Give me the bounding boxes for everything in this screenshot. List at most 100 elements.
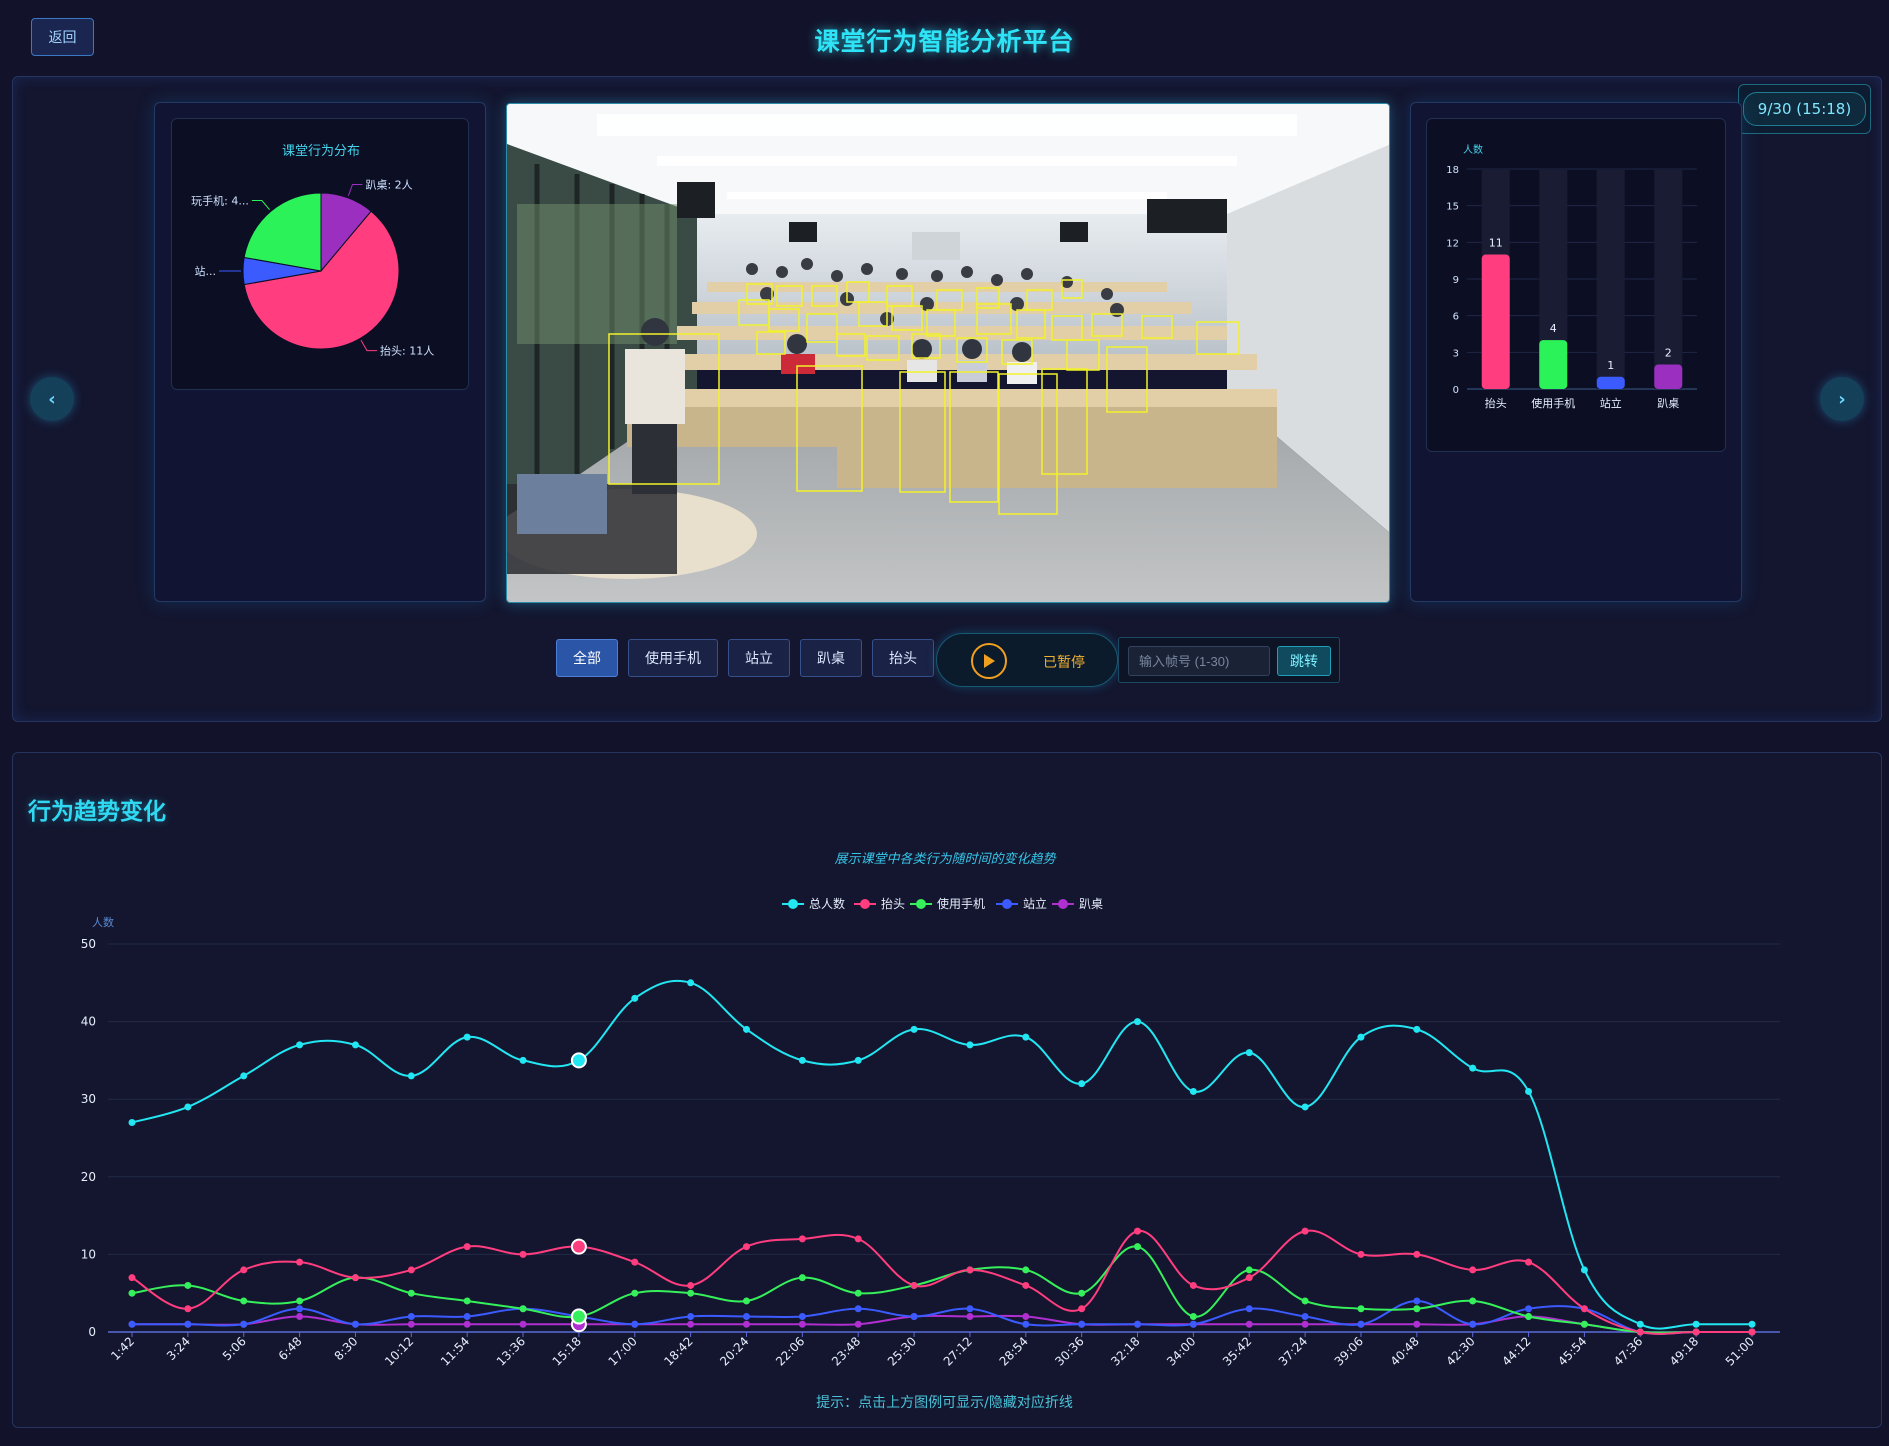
bar[interactable] bbox=[1654, 364, 1683, 389]
series-point[interactable] bbox=[1413, 1025, 1421, 1033]
series-point[interactable] bbox=[1580, 1305, 1588, 1313]
series-point[interactable] bbox=[798, 1312, 806, 1320]
play-button[interactable] bbox=[971, 643, 1007, 679]
series-point[interactable] bbox=[687, 979, 695, 987]
series-point[interactable] bbox=[1525, 1312, 1533, 1320]
series-point[interactable] bbox=[1469, 1297, 1477, 1305]
series-point[interactable] bbox=[519, 1056, 527, 1064]
series-point[interactable] bbox=[631, 1320, 639, 1328]
series-point[interactable] bbox=[1245, 1266, 1253, 1274]
series-point[interactable] bbox=[742, 1312, 750, 1320]
series-point[interactable] bbox=[1245, 1049, 1253, 1057]
series-point[interactable] bbox=[351, 1274, 359, 1282]
series-line[interactable] bbox=[132, 1314, 1752, 1334]
series-point[interactable] bbox=[1413, 1250, 1421, 1258]
series-point[interactable] bbox=[296, 1258, 304, 1266]
series-point[interactable] bbox=[1636, 1320, 1644, 1328]
series-point[interactable] bbox=[1525, 1258, 1533, 1266]
filter-button[interactable]: 全部 bbox=[556, 639, 618, 677]
bar[interactable] bbox=[1596, 376, 1625, 389]
series-point[interactable] bbox=[1469, 1064, 1477, 1072]
series-point[interactable] bbox=[1245, 1320, 1253, 1328]
series-point[interactable] bbox=[240, 1266, 248, 1274]
series-point[interactable] bbox=[240, 1297, 248, 1305]
series-point[interactable] bbox=[184, 1320, 192, 1328]
series-point[interactable] bbox=[296, 1312, 304, 1320]
series-point[interactable] bbox=[1022, 1312, 1030, 1320]
filter-button[interactable]: 趴桌 bbox=[800, 639, 862, 677]
series-point[interactable] bbox=[742, 1243, 750, 1251]
series-point[interactable] bbox=[296, 1041, 304, 1049]
filter-button[interactable]: 抬头 bbox=[872, 639, 934, 677]
series-point[interactable] bbox=[742, 1320, 750, 1328]
series-point[interactable] bbox=[1692, 1328, 1700, 1336]
series-point[interactable] bbox=[1357, 1305, 1365, 1313]
series-point[interactable] bbox=[407, 1072, 415, 1080]
series-point[interactable] bbox=[570, 1308, 587, 1325]
series-point[interactable] bbox=[128, 1274, 136, 1282]
series-point[interactable] bbox=[296, 1305, 304, 1313]
series-point[interactable] bbox=[184, 1305, 192, 1313]
series-point[interactable] bbox=[631, 1289, 639, 1297]
classroom-video-frame[interactable] bbox=[506, 103, 1390, 603]
bar[interactable] bbox=[1539, 340, 1568, 389]
series-point[interactable] bbox=[966, 1266, 974, 1274]
series-point[interactable] bbox=[1301, 1103, 1309, 1111]
filter-button[interactable]: 使用手机 bbox=[628, 639, 718, 677]
series-point[interactable] bbox=[1134, 1018, 1142, 1026]
series-point[interactable] bbox=[240, 1072, 248, 1080]
series-point[interactable] bbox=[742, 1297, 750, 1305]
legend-item[interactable]: 总人数 bbox=[782, 896, 845, 911]
series-point[interactable] bbox=[1357, 1320, 1365, 1328]
series-point[interactable] bbox=[687, 1281, 695, 1289]
series-point[interactable] bbox=[1357, 1250, 1365, 1258]
series-point[interactable] bbox=[351, 1041, 359, 1049]
series-point[interactable] bbox=[910, 1025, 918, 1033]
series-point[interactable] bbox=[1413, 1305, 1421, 1313]
series-point[interactable] bbox=[854, 1305, 862, 1313]
series-point[interactable] bbox=[687, 1289, 695, 1297]
series-point[interactable] bbox=[351, 1320, 359, 1328]
series-point[interactable] bbox=[463, 1297, 471, 1305]
series-point[interactable] bbox=[1301, 1320, 1309, 1328]
series-point[interactable] bbox=[1748, 1320, 1756, 1328]
series-point[interactable] bbox=[966, 1305, 974, 1313]
series-point[interactable] bbox=[687, 1320, 695, 1328]
series-point[interactable] bbox=[798, 1056, 806, 1064]
series-point[interactable] bbox=[128, 1118, 136, 1126]
series-point[interactable] bbox=[1022, 1266, 1030, 1274]
series-point[interactable] bbox=[240, 1320, 248, 1328]
series-point[interactable] bbox=[631, 994, 639, 1002]
series-point[interactable] bbox=[854, 1289, 862, 1297]
series-point[interactable] bbox=[854, 1056, 862, 1064]
series-line[interactable] bbox=[131, 1245, 1752, 1334]
series-point[interactable] bbox=[463, 1243, 471, 1251]
prev-frame-button[interactable]: ‹ bbox=[30, 377, 74, 421]
filter-button[interactable]: 站立 bbox=[728, 639, 790, 677]
series-point[interactable] bbox=[631, 1258, 639, 1266]
series-point[interactable] bbox=[1134, 1243, 1142, 1251]
series-point[interactable] bbox=[1469, 1266, 1477, 1274]
series-point[interactable] bbox=[966, 1312, 974, 1320]
series-point[interactable] bbox=[1078, 1289, 1086, 1297]
series-point[interactable] bbox=[966, 1041, 974, 1049]
legend-item[interactable]: 抬头 bbox=[854, 897, 905, 911]
series-point[interactable] bbox=[742, 1025, 750, 1033]
series-point[interactable] bbox=[1134, 1320, 1142, 1328]
series-point[interactable] bbox=[1580, 1320, 1588, 1328]
series-point[interactable] bbox=[463, 1320, 471, 1328]
series-point[interactable] bbox=[1580, 1266, 1588, 1274]
series-point[interactable] bbox=[407, 1320, 415, 1328]
series-point[interactable] bbox=[1022, 1320, 1030, 1328]
series-point[interactable] bbox=[407, 1266, 415, 1274]
series-point[interactable] bbox=[1189, 1320, 1197, 1328]
series-point[interactable] bbox=[1301, 1227, 1309, 1235]
frame-number-input[interactable] bbox=[1128, 646, 1270, 676]
series-point[interactable] bbox=[1525, 1087, 1533, 1095]
series-point[interactable] bbox=[1525, 1305, 1533, 1313]
series-point[interactable] bbox=[687, 1312, 695, 1320]
series-point[interactable] bbox=[1189, 1281, 1197, 1289]
series-point[interactable] bbox=[798, 1274, 806, 1282]
series-point[interactable] bbox=[1245, 1305, 1253, 1313]
series-point[interactable] bbox=[1692, 1320, 1700, 1328]
